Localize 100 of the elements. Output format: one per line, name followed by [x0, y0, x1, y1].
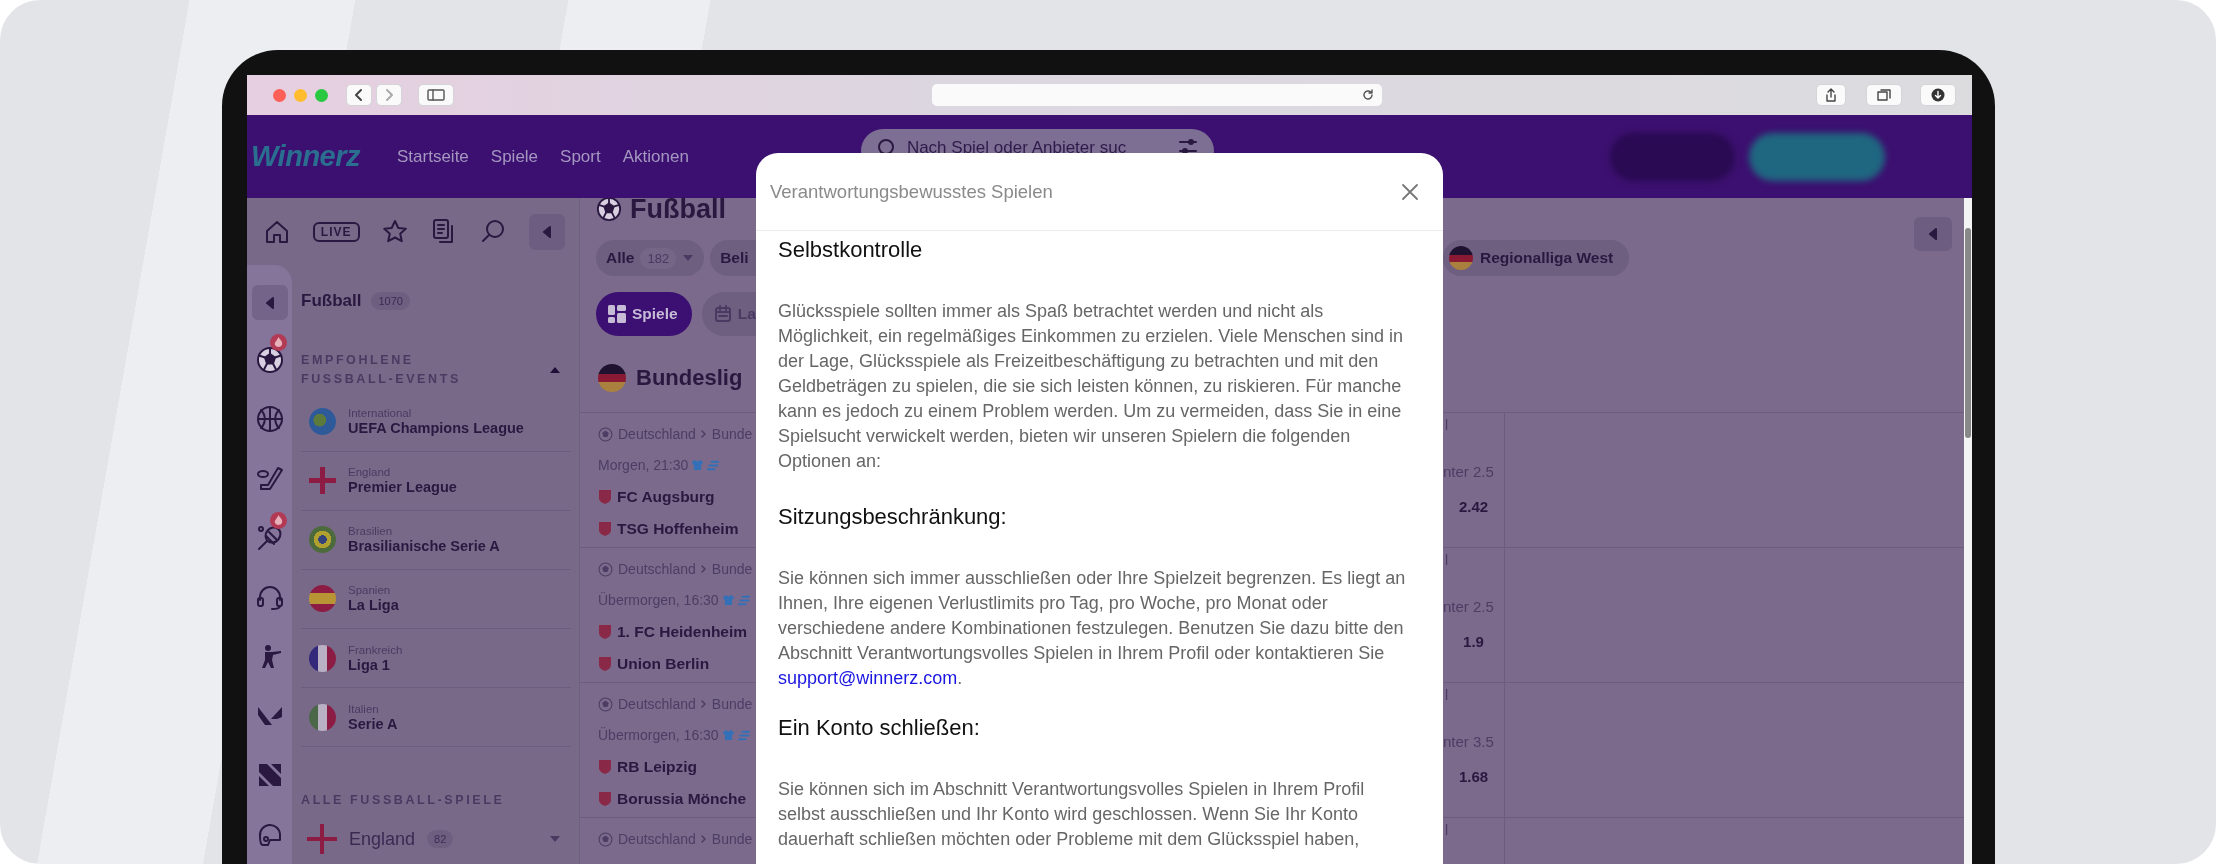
chevron-icon [700, 700, 707, 708]
basketball-icon [255, 405, 284, 434]
nav-link[interactable]: Sport [560, 146, 601, 167]
filter-chip[interactable]: Beli [710, 240, 756, 276]
team-name: Borussia Mönche [617, 789, 747, 808]
soccer-ball-icon [598, 561, 613, 577]
flag-icon [309, 644, 336, 672]
close-icon [1401, 182, 1419, 201]
calendar-icon [713, 305, 732, 323]
flag-icon [309, 585, 336, 613]
download-icon [1931, 88, 1945, 102]
jersey-icon [721, 729, 735, 741]
league-name: UEFA Champions League [348, 420, 524, 437]
odds-value[interactable]: 1.9 [1463, 633, 1484, 650]
live-button[interactable]: LIVE [312, 221, 360, 242]
email-link[interactable]: support@winnerz.com [778, 668, 958, 688]
team-crest-icon [598, 758, 612, 775]
soccer-ball-icon [598, 426, 613, 442]
reload-icon [1362, 89, 1374, 101]
caret-icon [1928, 228, 1938, 240]
search-icon [480, 218, 507, 245]
caret-icon[interactable] [549, 365, 561, 374]
team-crest-icon [598, 790, 612, 807]
section-heading: Ein Konto schließen: [778, 714, 981, 742]
sport-title: Fußball [301, 290, 362, 311]
paragraph: Sie können sich im Abschnitt Verantwortungsvolles Spielen in Ihrem Profil selbst ausschließen und Ihr Konto wird geschlossen. Wenn Sie Ihr Konto dauerhaft schließen möchten oder Probleme mit dem Glücksspiel haben, [778, 778, 1366, 851]
league-name: Premier League [348, 479, 457, 496]
collapse-button[interactable] [528, 213, 565, 250]
sidebar-toggle-button[interactable] [418, 84, 454, 106]
collapse-button[interactable] [251, 285, 288, 321]
paragraph: Sie können sich immer ausschließen oder Ihre Spielzeit begrenzen. Es liegt an Ihnen, Ihre eigenen Verlustlimits pro Tag, pro Woche, pro Monat oder verschiedene andere Kombinationen festzulegen. Benutzen Sie dazu bitte den Abschnitt Verantwortungsvolles Spielen in Ihrem Profil oder kontaktieren Sie support@winnerz.com. [778, 567, 1407, 690]
jersey-icon [721, 594, 735, 606]
home-icon [264, 218, 290, 245]
odds-value[interactable]: 1.68 [1458, 768, 1489, 785]
team-name: RB Leipzig [617, 757, 698, 776]
stats-icon [737, 594, 750, 606]
tennis-racket-icon [255, 523, 284, 552]
league-title: Bundeslig [636, 365, 743, 391]
logo[interactable]: Winnerz [251, 140, 397, 173]
download-button[interactable] [1920, 84, 1956, 106]
chevron-icon [700, 430, 707, 438]
headset-icon [255, 583, 284, 612]
nav-link[interactable]: Spiele [490, 146, 539, 167]
tabs-icon [1877, 89, 1891, 101]
caret-icon [264, 296, 275, 309]
flag-icon [309, 408, 336, 436]
hockey-stick-icon [255, 464, 284, 493]
team-crest-icon [598, 623, 612, 640]
scrollbar[interactable] [1964, 198, 1972, 864]
star-icon [382, 218, 409, 245]
filter-icon [1177, 138, 1198, 156]
chevron-icon [700, 565, 707, 573]
league-name: Liga 1 [348, 656, 391, 673]
country-name: England [349, 828, 416, 850]
collapse-button[interactable] [1914, 217, 1952, 251]
caret-icon[interactable] [682, 254, 695, 262]
team-name: FC Augsburg [617, 487, 715, 506]
sidebar-icon [427, 89, 445, 101]
share-icon [1825, 88, 1837, 102]
search-placeholder: Nach Spiel oder Anbieter suc [906, 138, 1128, 158]
soccer-ball-icon [598, 831, 613, 847]
soccer-ball-icon [255, 345, 284, 374]
chevron-icon [700, 835, 707, 843]
league-name: La Liga [348, 597, 399, 614]
team-crest-icon [598, 655, 612, 672]
league-name: Brasilianische Serie A [348, 538, 500, 555]
close-window-icon[interactable] [273, 88, 286, 102]
caret-icon [541, 225, 552, 238]
caret-icon[interactable] [549, 835, 561, 844]
filter-chip[interactable]: Regionalliga West [1443, 240, 1630, 276]
team-crest-icon [598, 488, 612, 505]
paragraph: Glücksspiele sollten immer als Spaß betrachtet werden und nicht als Möglichkeit, ein regelmäßiges Einkommen zu erzielen. Viele Menschen sind in der Lage, Glücksspiele als Freizeitbeschäftigung zu betrachten und mit den Geldbeträgen zu spielen, die sie sich leisten können, zu riskieren. Für manche kann es jedoch zu einem Problem werden. Um zu vermeiden, dass Sie in eine Spielsucht verwickelt werden, bieten wir unseren Spielern die folgenden Optionen an: [778, 300, 1404, 473]
nav-link[interactable]: Aktionen [622, 146, 689, 167]
flag-icon [309, 526, 336, 554]
page-title: Fußball [630, 198, 726, 225]
team-name: Union Berlin [617, 654, 710, 673]
forward-icon [384, 88, 394, 102]
soccer-ball-icon [596, 198, 622, 222]
modal-title: Verantwortungsbewusstes Spielen [770, 180, 1053, 203]
flag-icon [309, 703, 336, 731]
team-name: TSG Hoffenheim [617, 519, 739, 538]
stats-icon [737, 729, 750, 741]
league-name: Serie A [348, 715, 398, 732]
soccer-ball-icon [598, 696, 613, 712]
share-button[interactable] [1816, 84, 1846, 106]
stats-icon [707, 459, 720, 471]
tabs-button[interactable] [1866, 84, 1902, 106]
back-button[interactable] [346, 84, 372, 106]
team-name: 1. FC Heidenheim [617, 622, 748, 641]
back-icon [354, 88, 364, 102]
odds-value[interactable]: 2.42 [1458, 498, 1489, 515]
nav-link[interactable]: Startseite [397, 146, 469, 167]
jersey-icon [691, 459, 705, 471]
section-heading: Selbstkontrolle [778, 236, 924, 264]
team-crest-icon [598, 520, 612, 537]
view-tab[interactable]: Spiele [596, 292, 692, 336]
section-heading: Sitzungsbeschränkung: [778, 503, 1008, 531]
flag-icon [1449, 246, 1473, 270]
flag-icon [598, 364, 626, 392]
blurred-button[interactable] [1748, 132, 1885, 181]
